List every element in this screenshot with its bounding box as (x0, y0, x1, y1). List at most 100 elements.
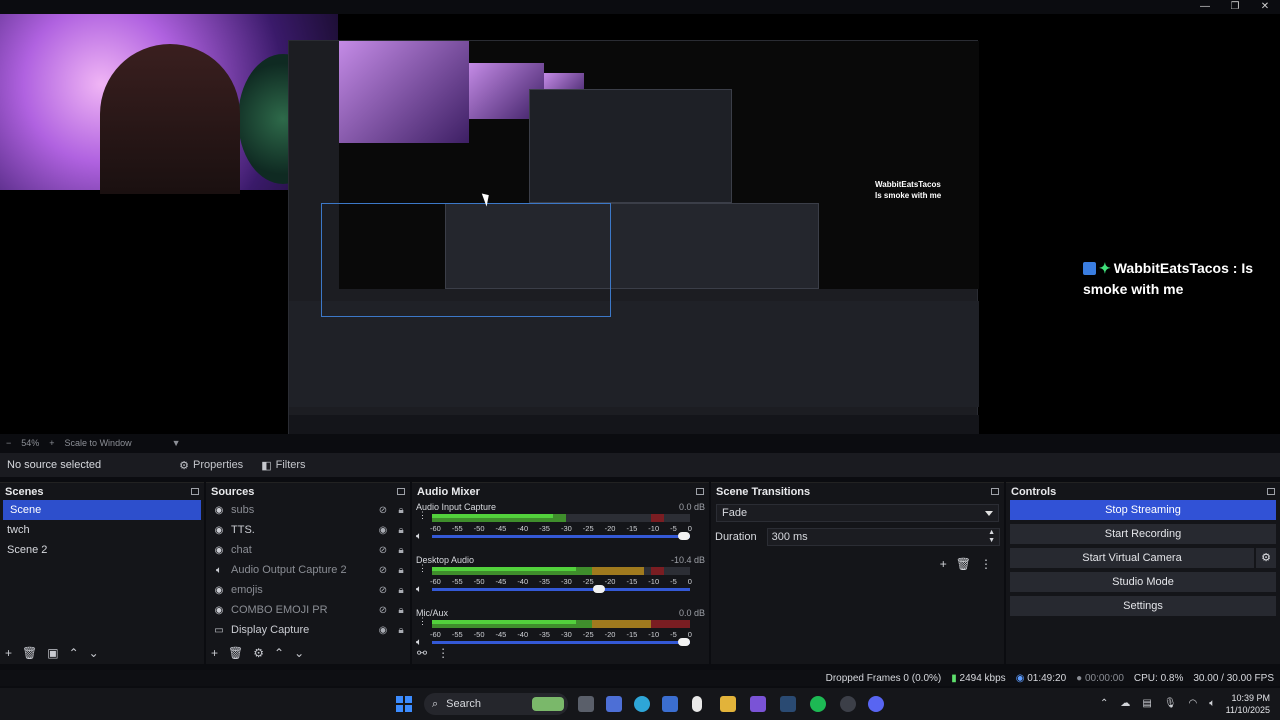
duration-row: Duration 300 ms ▲ ▼ (711, 528, 1004, 546)
network-icon[interactable]: ▤ (1142, 698, 1151, 709)
slider-knob[interactable] (678, 532, 690, 540)
discord-icon[interactable] (868, 696, 884, 712)
windows-start-icon[interactable] (396, 696, 412, 712)
source-item[interactable]: 🔈︎ Audio Output Capture 2 ⊘ 🔒︎ (206, 560, 410, 580)
start-recording-button[interactable]: Start Recording (1010, 524, 1276, 544)
source-item[interactable]: ◉ subs ⊘ 🔒︎ (206, 500, 410, 520)
remove-scene-icon[interactable]: 🗑 (22, 646, 37, 660)
spotify-icon[interactable] (810, 696, 826, 712)
lock-icon[interactable]: 🔒︎ (392, 545, 410, 556)
lock-icon[interactable]: 🔒︎ (392, 585, 410, 596)
minimize-button[interactable]: — (1190, 0, 1220, 14)
zoom-in-button[interactable]: + (49, 438, 54, 448)
hidden-eye-icon[interactable]: ⊘ (374, 545, 392, 556)
virtual-camera-gear-icon[interactable]: ⚙ (1256, 548, 1276, 568)
onedrive-icon[interactable]: ☁ (1120, 698, 1130, 709)
move-down-icon[interactable]: ⌄ (294, 646, 304, 660)
lock-icon[interactable]: 🔒︎ (392, 625, 410, 636)
volume-slider[interactable] (432, 585, 690, 593)
undock-icon[interactable] (1267, 488, 1275, 495)
scene-filters-icon[interactable]: ▣ (47, 646, 58, 660)
mixer-menu-icon[interactable]: ⋮ (437, 646, 449, 660)
undock-icon[interactable] (191, 488, 199, 495)
taskbar-search[interactable]: ⌕ Search (424, 693, 568, 715)
undock-icon[interactable] (397, 488, 405, 495)
hidden-eye-icon[interactable]: ⊘ (374, 565, 392, 576)
scale-mode-dropdown[interactable]: ▼ (172, 438, 181, 448)
hidden-eye-icon[interactable]: ⊘ (374, 505, 392, 516)
source-properties-icon[interactable]: ⚙ (253, 646, 264, 660)
lock-icon[interactable]: 🔒︎ (392, 505, 410, 516)
speaker-icon[interactable]: 🔈︎ (416, 531, 422, 542)
move-up-icon[interactable]: ⌃ (274, 646, 284, 660)
add-source-icon[interactable]: + (211, 646, 218, 660)
scene-item[interactable]: Scene (3, 500, 201, 520)
clock-time: 10:39 PM (1231, 693, 1270, 703)
source-item[interactable]: ◉ COMBO EMOJI PR ⊘ 🔒︎ (206, 600, 410, 620)
mixer-channels: Audio Input Capture 0.0 dB ⋮ -60 -55 -50 -4… (412, 500, 709, 659)
slider-knob[interactable] (592, 585, 605, 593)
source-item[interactable]: ◉ emojis ⊘ 🔒︎ (206, 580, 410, 600)
undock-icon[interactable] (696, 488, 704, 495)
lock-icon[interactable]: 🔒︎ (392, 525, 410, 536)
channel-menu-icon[interactable]: ⋮ (418, 617, 427, 626)
twitch-icon[interactable] (750, 696, 766, 712)
hidden-eye-icon[interactable]: ⊘ (374, 605, 392, 616)
lock-icon[interactable]: 🔒︎ (392, 605, 410, 616)
steam-icon[interactable] (780, 696, 796, 712)
zoom-out-button[interactable]: − (6, 438, 11, 448)
fps: 30.00 / 30.00 FPS (1193, 672, 1274, 684)
eye-icon[interactable]: ◉ (374, 525, 392, 536)
duration-input[interactable]: 300 ms ▲ ▼ (766, 528, 1000, 546)
source-item[interactable]: ◉ chat ⊘ 🔒︎ (206, 540, 410, 560)
move-down-icon[interactable]: ⌄ (89, 646, 99, 660)
mic-icon[interactable]: 🎙︎ (1164, 698, 1177, 709)
file-explorer-icon[interactable] (720, 696, 736, 712)
filters-button[interactable]: ◧ Filters (261, 459, 305, 472)
settings-button[interactable]: Settings (1010, 596, 1276, 616)
move-up-icon[interactable]: ⌃ (69, 646, 79, 660)
source-item[interactable]: ▭ Display Capture ◉ 🔒︎ (206, 620, 410, 640)
copilot-icon[interactable] (606, 696, 622, 712)
scene-item[interactable]: Scene 2 (0, 540, 204, 560)
add-transition-icon[interactable]: + (940, 557, 947, 571)
transition-select[interactable]: Fade (716, 504, 999, 522)
close-button[interactable]: ✕ (1250, 0, 1280, 14)
transition-menu-icon[interactable]: ⋮ (980, 557, 992, 571)
duration-value: 300 ms (771, 531, 808, 543)
stop-streaming-button[interactable]: Stop Streaming (1010, 500, 1276, 520)
hidden-eye-icon[interactable]: ⊘ (374, 585, 392, 596)
chevron-up-icon[interactable]: ⌃ (1100, 698, 1108, 709)
restore-button[interactable]: ❐ (1220, 0, 1250, 14)
meter-tick-label: -35 (539, 630, 550, 639)
pin-icon[interactable] (692, 696, 702, 712)
wifi-icon[interactable]: ◠ (1189, 698, 1198, 709)
volume-slider[interactable] (432, 638, 690, 646)
source-item[interactable]: ◉ TTS. ◉ 🔒︎ (206, 520, 410, 540)
volume-slider[interactable] (432, 532, 690, 540)
advanced-audio-icon[interactable]: ⚯ (417, 646, 427, 660)
remove-transition-icon[interactable]: 🗑 (956, 557, 971, 571)
remove-source-icon[interactable]: 🗑 (228, 646, 243, 660)
clock[interactable]: 10:39 PM 11/10/2025 (1226, 692, 1270, 716)
studio-mode-button[interactable]: Studio Mode (1010, 572, 1276, 592)
speaker-icon[interactable]: 🔈︎ (416, 584, 422, 595)
edge-icon[interactable] (634, 696, 650, 712)
scene-item[interactable]: twch (0, 520, 204, 540)
channel-menu-icon[interactable]: ⋮ (418, 511, 427, 520)
store-icon[interactable] (662, 696, 678, 712)
task-view-icon[interactable] (578, 696, 594, 712)
add-scene-icon[interactable]: + (5, 646, 12, 660)
undock-icon[interactable] (991, 488, 999, 495)
eye-icon[interactable]: ◉ (374, 625, 392, 636)
volume-icon[interactable]: 🔈︎ (1209, 698, 1215, 709)
start-virtual-camera-button[interactable]: Start Virtual Camera (1010, 548, 1254, 568)
properties-button[interactable]: ⚙ Properties (179, 459, 243, 472)
channel-menu-icon[interactable]: ⋮ (418, 564, 427, 573)
obs-icon[interactable] (840, 696, 856, 712)
preview-canvas[interactable]: WabbitEatsTacos Is smoke with me ✦ Wabbit… (0, 14, 1280, 434)
lock-icon[interactable]: 🔒︎ (392, 565, 410, 576)
slider-knob[interactable] (678, 638, 690, 646)
spinner-icon[interactable]: ▲ ▼ (988, 529, 995, 545)
meter-tick-label: -60 (430, 524, 441, 533)
